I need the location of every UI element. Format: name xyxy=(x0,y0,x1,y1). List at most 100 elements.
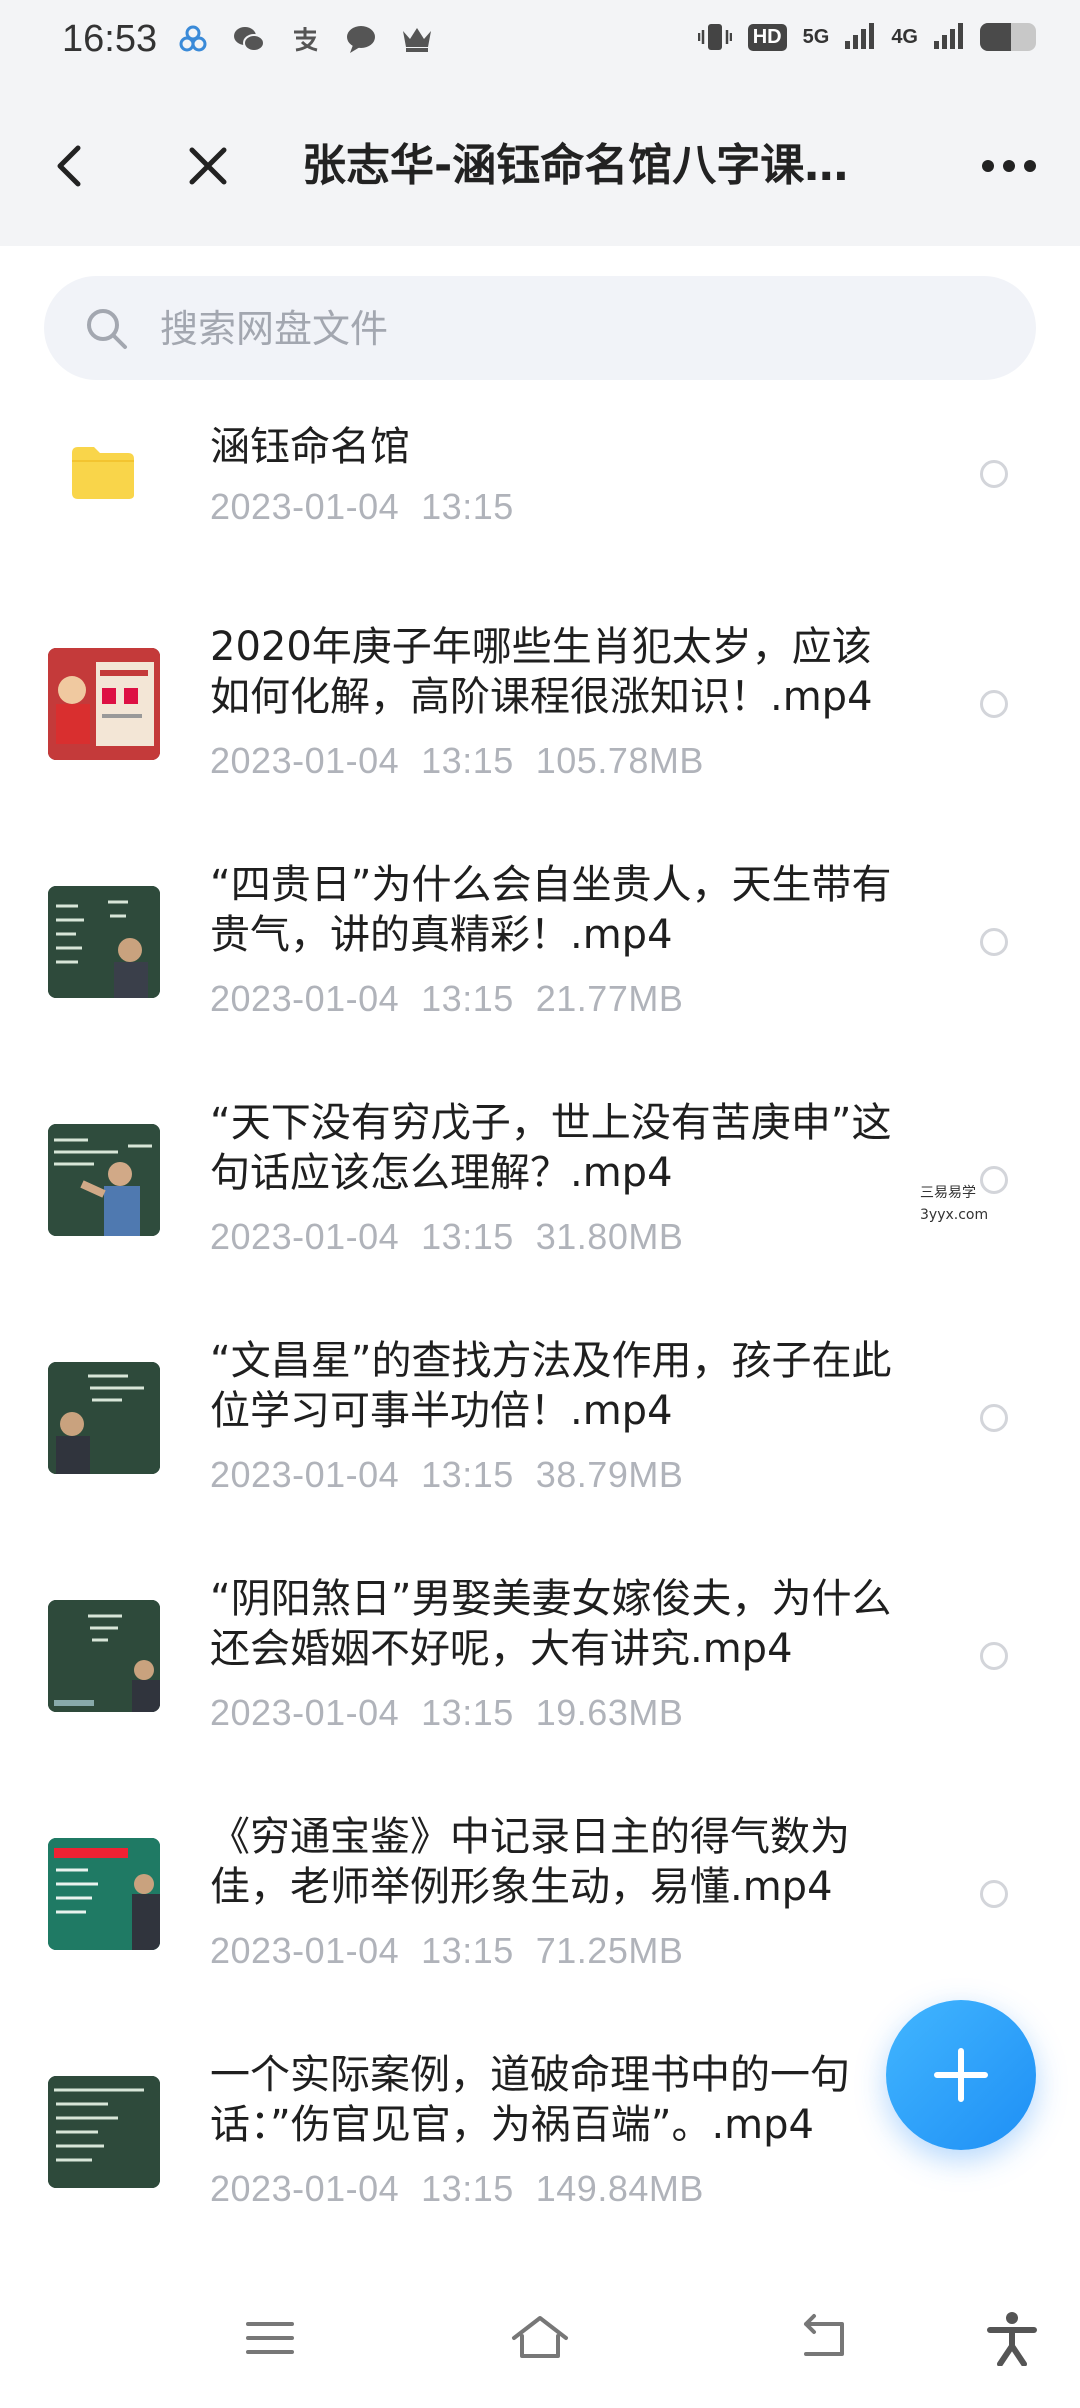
select-checkbox[interactable] xyxy=(980,460,1008,488)
chat-bubble-icon xyxy=(344,22,378,56)
item-name: 2020年庚子年哪些生肖犯太岁，应该如何化解，高阶课程很涨知识！.mp4 xyxy=(210,624,873,720)
item-size: 38.79MB xyxy=(535,1454,684,1495)
signal-5g-label: 5G xyxy=(802,25,830,48)
select-checkbox[interactable] xyxy=(980,690,1008,718)
item-date: 2023-01-04 xyxy=(210,740,400,781)
watermark-line2: 3yyx.com xyxy=(920,1207,989,1223)
watermark: 三易易学 3yyx.com xyxy=(920,1182,988,1226)
select-checkbox[interactable] xyxy=(980,928,1008,956)
item-time: 13:15 xyxy=(421,1454,514,1495)
list-item-video[interactable]: “四贵日”为什么会自坐贵人，天生带有贵气，讲的真精彩！.mp4 2023-01-… xyxy=(0,838,1080,1076)
system-status: HD 5G 4G xyxy=(697,20,1036,54)
item-name: 一个实际案例，道破命理书中的一句话：”伤官见官，为祸百端”。.mp4 xyxy=(210,2052,850,2148)
hd-badge: HD xyxy=(747,23,787,51)
item-size: 19.63MB xyxy=(535,1692,684,1733)
video-thumbnail xyxy=(48,1838,160,1950)
list-item-video[interactable]: “文昌星”的查找方法及作用，孩子在此位学习可事半功倍！.mp4 2023-01-… xyxy=(0,1314,1080,1552)
signal-4g-label: 4G xyxy=(891,25,918,48)
item-meta: 2023-01-04 13:15 149.84MB xyxy=(210,2168,910,2210)
watermark-line1: 三易易学 xyxy=(920,1185,976,1201)
status-bar: 16:53 HD 5G 4G xyxy=(0,0,1080,84)
video-thumbnail xyxy=(48,1124,160,1236)
return-icon xyxy=(804,2314,844,2356)
item-size: 71.25MB xyxy=(535,1930,684,1971)
more-options-button[interactable] xyxy=(974,138,1044,194)
item-meta: 2023-01-04 13:15 71.25MB xyxy=(210,1930,910,1972)
video-thumbnail xyxy=(48,2076,160,2188)
item-date: 2023-01-04 xyxy=(210,1454,400,1495)
top-nav: 张志华-涵钰命名馆八字课… xyxy=(0,84,1080,246)
menu-icon xyxy=(246,2322,294,2354)
back-nav-button[interactable] xyxy=(796,2310,852,2366)
list-item-video[interactable]: “阴阳煞日”男娶美妻女嫁俊夫，为什么还会婚姻不好呢，大有讲究.mp4 2023-… xyxy=(0,1552,1080,1790)
search-icon xyxy=(87,309,127,349)
status-time: 16:53 xyxy=(62,18,158,60)
back-button[interactable] xyxy=(40,136,100,196)
item-name: “四贵日”为什么会自坐贵人，天生带有贵气，讲的真精彩！.mp4 xyxy=(210,862,892,958)
list-item-video[interactable]: “天下没有穷戊子，世上没有苦庚申”这句话应该怎么理解？.mp4 2023-01-… xyxy=(0,1076,1080,1314)
page-title: 张志华-涵钰命名馆八字课… xyxy=(302,140,849,191)
item-meta: 2023-01-04 13:15 38.79MB xyxy=(210,1454,910,1496)
item-time: 13:15 xyxy=(421,486,514,527)
item-meta: 2023-01-04 13:15 105.78MB xyxy=(210,740,910,782)
folder-icon xyxy=(72,447,134,499)
item-time: 13:15 xyxy=(421,740,514,781)
home-button[interactable] xyxy=(510,2310,568,2366)
item-meta: 2023-01-04 13:15 xyxy=(210,486,910,528)
more-dots-icon xyxy=(982,160,1036,172)
item-size: 105.78MB xyxy=(535,740,704,781)
item-date: 2023-01-04 xyxy=(210,978,400,1019)
vibrate-icon xyxy=(697,20,732,54)
item-date: 2023-01-04 xyxy=(210,1216,400,1257)
battery-level xyxy=(980,23,1011,51)
back-arrow-icon xyxy=(57,145,81,187)
item-date: 2023-01-04 xyxy=(210,486,400,527)
signal-5g-icon xyxy=(845,21,875,53)
select-checkbox[interactable] xyxy=(980,1642,1008,1670)
select-checkbox[interactable] xyxy=(980,1404,1008,1432)
item-date: 2023-01-04 xyxy=(210,1692,400,1733)
item-time: 13:15 xyxy=(421,1216,514,1257)
search-bar[interactable] xyxy=(44,276,1036,382)
list-item-video[interactable]: 2020年庚子年哪些生肖犯太岁，应该如何化解，高阶课程很涨知识！.mp4 202… xyxy=(0,600,1080,838)
select-checkbox[interactable] xyxy=(980,1880,1008,1908)
menu-button[interactable] xyxy=(242,2310,298,2366)
item-size: 31.80MB xyxy=(535,1216,684,1257)
item-date: 2023-01-04 xyxy=(210,2168,400,2209)
accessibility-button[interactable] xyxy=(984,2310,1040,2367)
signal-4g-icon xyxy=(934,21,964,53)
video-thumbnail xyxy=(48,886,160,998)
wechat-icon xyxy=(232,22,266,56)
search-input[interactable] xyxy=(158,276,982,382)
item-time: 13:15 xyxy=(421,2168,514,2209)
item-meta: 2023-01-04 13:15 21.77MB xyxy=(210,978,910,1020)
item-time: 13:15 xyxy=(421,978,514,1019)
video-thumbnail xyxy=(48,1362,160,1474)
crown-icon xyxy=(400,22,434,56)
battery-icon xyxy=(980,23,1036,51)
video-thumbnail xyxy=(48,648,160,760)
item-name: 《穷通宝鉴》中记录日主的得气数为佳，老师举例形象生动，易懂.mp4 xyxy=(210,1814,850,1910)
item-time: 13:15 xyxy=(421,1692,514,1733)
accessibility-icon xyxy=(987,2312,1037,2367)
system-nav-bar xyxy=(0,2270,1080,2408)
close-button[interactable] xyxy=(178,136,238,196)
video-thumbnail xyxy=(48,1600,160,1712)
item-name: 涵钰命名馆 xyxy=(210,424,410,470)
item-name: “阴阳煞日”男娶美妻女嫁俊夫，为什么还会婚姻不好呢，大有讲究.mp4 xyxy=(210,1576,892,1672)
item-time: 13:15 xyxy=(421,1930,514,1971)
item-size: 149.84MB xyxy=(535,2168,704,2209)
item-meta: 2023-01-04 13:15 31.80MB xyxy=(210,1216,910,1258)
alipay-icon xyxy=(288,22,322,56)
cloud-icon xyxy=(176,22,210,56)
item-meta: 2023-01-04 13:15 19.63MB xyxy=(210,1692,910,1734)
list-item-video[interactable]: 《穷通宝鉴》中记录日主的得气数为佳，老师举例形象生动，易懂.mp4 2023-0… xyxy=(0,1790,1080,2028)
item-date: 2023-01-04 xyxy=(210,1930,400,1971)
plus-icon xyxy=(934,2048,988,2102)
add-button[interactable] xyxy=(886,2000,1036,2150)
item-name: “天下没有穷戊子，世上没有苦庚申”这句话应该怎么理解？.mp4 xyxy=(210,1100,892,1196)
item-size: 21.77MB xyxy=(535,978,684,1019)
home-icon xyxy=(512,2316,568,2358)
notification-icons xyxy=(176,22,434,56)
item-name: “文昌星”的查找方法及作用，孩子在此位学习可事半功倍！.mp4 xyxy=(210,1338,892,1434)
